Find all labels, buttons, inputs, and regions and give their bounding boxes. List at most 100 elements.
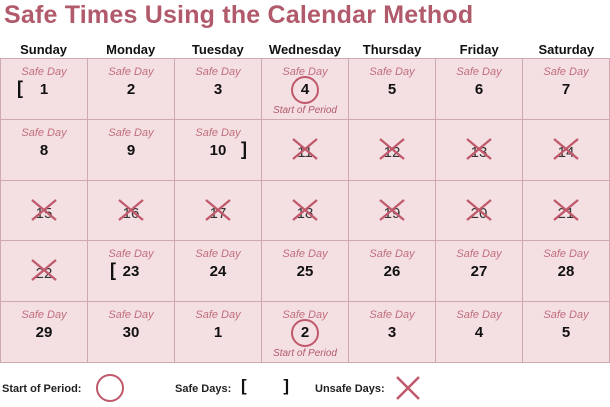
safe-day-label: Safe Day: [195, 248, 241, 261]
safe-day-label: Safe Day: [195, 66, 241, 78]
weekday-label: Saturday: [538, 42, 595, 57]
safe-day-cell: Safe Day 27: [436, 241, 523, 303]
safe-day-cell: Safe Day 5: [349, 59, 436, 120]
safe-day-cell: Safe Day 8: [1, 119, 88, 181]
safe-day-label: Safe Day: [195, 309, 241, 322]
weekday-label: Sunday: [20, 42, 68, 57]
safe-period-open-bracket-icon: [: [110, 260, 116, 281]
legend-unsafe-days-label: Unsafe Days:: [315, 383, 385, 395]
unsafe-day-x-icon: [379, 137, 405, 160]
safe-day-label: Safe Day: [21, 126, 67, 139]
unsafe-day-cell: 11: [262, 119, 349, 181]
safe-day-cell: Safe Day 1: [175, 302, 262, 363]
safe-period-open-bracket-icon: [: [17, 78, 23, 98]
day-number: 24: [209, 263, 227, 281]
unsafe-day-cell: 13: [436, 119, 523, 181]
day-number: 1: [213, 324, 223, 342]
safe-day-cell: Safe Day 26: [349, 241, 436, 303]
safe-day-cell: Safe Day 24: [175, 241, 262, 303]
safe-day-cell: Safe Day 2 Start of Period: [262, 302, 349, 363]
unsafe-day-cell: 12: [349, 119, 436, 181]
unsafe-day-x-icon: [31, 198, 57, 221]
weekday-label: Thursday: [362, 42, 422, 57]
safe-day-label: Safe Day: [195, 126, 241, 139]
weekday-label: Wednesday: [268, 42, 341, 57]
safe-day-label: Safe Day: [369, 309, 415, 322]
unsafe-day-cell: 21: [523, 180, 610, 242]
safe-day-label: Safe Day: [369, 66, 415, 78]
day-number: 3: [213, 81, 223, 98]
day-number: 1: [39, 81, 49, 98]
unsafe-day-x-icon: [292, 198, 318, 221]
unsafe-day-cell: 17: [175, 180, 262, 242]
safe-day-label: Safe Day: [456, 66, 502, 78]
weekday-label: Tuesday: [191, 42, 244, 57]
unsafe-day-x-icon: [31, 259, 57, 282]
unsafe-day-x-icon: [379, 198, 405, 221]
safe-day-label: Safe Day: [543, 309, 589, 322]
safe-day-label: Safe Day: [282, 248, 328, 261]
day-number: 3: [387, 324, 397, 342]
day-number: 5: [387, 81, 397, 98]
start-of-period-circle-icon: [291, 319, 319, 348]
safe-day-cell: Safe Day 7: [523, 59, 610, 120]
safe-day-cell: Safe Day 4 Start of Period: [262, 59, 349, 120]
unsafe-day-x-icon: [466, 198, 492, 221]
day-number: 2: [126, 81, 136, 98]
safe-day-cell: Safe Day 3: [349, 302, 436, 363]
day-number: 27: [470, 263, 488, 281]
day-number: 7: [561, 81, 571, 98]
safe-day-cell: Safe Day 23 [: [88, 241, 175, 303]
day-number: 10: [209, 141, 227, 159]
day-number: 26: [383, 263, 401, 281]
safe-period-close-bracket-icon: ]: [241, 138, 247, 159]
weekday-label: Monday: [106, 42, 156, 57]
safe-day-label: Safe Day: [369, 248, 415, 261]
safe-day-label: Safe Day: [21, 309, 67, 322]
safe-day-cell: Safe Day 25: [262, 241, 349, 303]
weekday-header-row: Sunday Monday Tuesday Wednesday Thursday…: [0, 42, 610, 58]
safe-day-cell: Safe Day 29: [1, 302, 88, 363]
legend: Start of Period: Safe Days: [ ] Unsafe D…: [0, 372, 610, 406]
safe-day-label: Safe Day: [456, 248, 502, 261]
safe-day-cell: Safe Day 3: [175, 59, 262, 120]
safe-day-label: Safe Day: [543, 66, 589, 78]
unsafe-day-x-icon: [118, 198, 144, 221]
page-title: Safe Times Using the Calendar Method: [4, 1, 474, 29]
unsafe-day-cell: 19: [349, 180, 436, 242]
unsafe-day-x-icon: [205, 198, 231, 221]
safe-day-cell: Safe Day 30: [88, 302, 175, 363]
unsafe-day-cell: 16: [88, 180, 175, 242]
day-number: 30: [122, 324, 140, 342]
unsafe-day-x-icon: [553, 198, 579, 221]
safe-day-label: Safe Day: [108, 66, 154, 78]
safe-day-cell: Safe Day 4: [436, 302, 523, 363]
safe-day-cell: Safe Day 6: [436, 59, 523, 120]
weekday-label: Friday: [459, 42, 499, 57]
day-number: 5: [561, 324, 571, 342]
safe-day-label: Safe Day: [21, 66, 67, 78]
day-number: 28: [557, 263, 575, 281]
safe-day-label: Safe Day: [108, 248, 154, 261]
safe-day-cell: Safe Day 9: [88, 119, 175, 181]
day-number: 9: [126, 141, 136, 159]
unsafe-day-cell: 18: [262, 180, 349, 242]
safe-day-cell: Safe Day 5: [523, 302, 610, 363]
unsafe-day-cell: 20: [436, 180, 523, 242]
safe-day-cell: Safe Day 1 [: [1, 59, 88, 120]
start-of-period-label: Start of Period: [273, 348, 337, 360]
day-number: 4: [474, 324, 484, 342]
safe-day-label: Safe Day: [108, 126, 154, 139]
unsafe-day-cell: 14: [523, 119, 610, 181]
day-number: 6: [474, 81, 484, 98]
start-of-period-circle-icon: [96, 374, 124, 402]
safe-days-bracket-icon: [ ]: [241, 376, 306, 395]
start-of-period-circle-icon: [291, 76, 319, 104]
start-of-period-label: Start of Period: [273, 105, 337, 116]
safe-day-label: Safe Day: [108, 309, 154, 322]
unsafe-day-x-icon: [466, 137, 492, 160]
unsafe-day-x-icon: [553, 137, 579, 160]
legend-safe-days-label: Safe Days:: [175, 383, 232, 395]
safe-day-cell: Safe Day 10]: [175, 119, 262, 181]
unsafe-day-cell: 22: [1, 241, 88, 303]
